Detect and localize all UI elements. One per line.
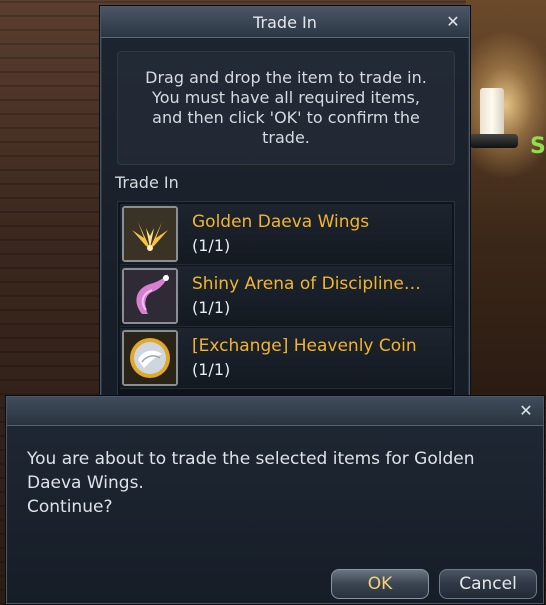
ok-button[interactable]: OK	[331, 569, 429, 599]
background-text: S	[530, 134, 546, 159]
trade-in-close-button[interactable]: ✕	[444, 13, 462, 31]
confirm-close-button[interactable]: ✕	[517, 402, 535, 420]
instructions-box: Drag and drop the item to trade in. You …	[117, 51, 455, 165]
confirm-dialog: ✕ You are about to trade the selected it…	[6, 396, 544, 604]
instructions-text: Drag and drop the item to trade in. You …	[145, 68, 427, 147]
confirm-message: You are about to trade the selected item…	[27, 449, 475, 517]
trade-in-section-label: Trade In	[115, 173, 179, 192]
item-name: [Exchange] Heavenly Coin	[192, 336, 417, 356]
item-quantity: (1/1)	[192, 360, 231, 379]
candle-holder	[470, 134, 518, 148]
cancel-button[interactable]: Cancel	[439, 569, 537, 599]
heavenly-coin-icon[interactable]	[122, 330, 178, 386]
trade-item-row[interactable]: Golden Daeva Wings (1/1)	[120, 204, 452, 265]
golden-wings-icon[interactable]	[122, 206, 178, 262]
trade-item-row[interactable]: [Exchange] Heavenly Coin (1/1)	[120, 328, 452, 389]
trade-in-title: Trade In	[253, 13, 317, 32]
arena-ticket-icon[interactable]	[122, 268, 178, 324]
item-quantity: (1/1)	[192, 236, 231, 255]
item-name: Shiny Arena of Discipline…	[192, 274, 421, 294]
trade-in-titlebar[interactable]: Trade In ✕	[101, 7, 469, 38]
trade-item-list: Golden Daeva Wings (1/1) Shiny Arena of …	[117, 201, 455, 397]
candle-icon	[480, 88, 504, 136]
item-name: Golden Daeva Wings	[192, 212, 370, 232]
item-quantity: (1/1)	[192, 298, 231, 317]
confirm-titlebar[interactable]: ✕	[7, 397, 543, 426]
trade-in-window: Trade In ✕ Drag and drop the item to tra…	[100, 6, 470, 418]
trade-item-row[interactable]: Shiny Arena of Discipline… (1/1)	[120, 266, 452, 327]
